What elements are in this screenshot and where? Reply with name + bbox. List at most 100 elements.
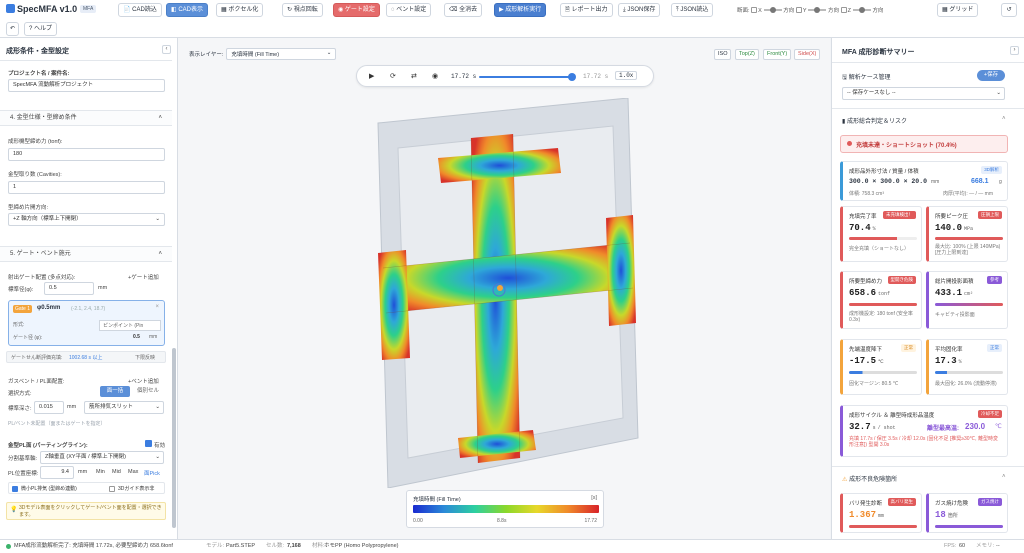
case-save-button[interactable]: +保存 <box>977 70 1005 81</box>
section-z-dir: 方向 <box>872 8 884 14</box>
legend-mid: 8.8s <box>497 518 507 524</box>
pl-min-button[interactable]: Min <box>96 469 105 475</box>
eye-icon[interactable]: ◉ <box>432 72 438 80</box>
legend-title: 充填時間 (Fill Time) <box>413 497 461 503</box>
chevron-up-icon: ˄ <box>158 115 162 121</box>
cad-import-button[interactable]: 📄 CAD読込 <box>118 3 162 17</box>
right-panel-title: MFA 成形診断サマリー <box>842 49 915 56</box>
run-button[interactable]: ▶ 成形解析実行 <box>494 3 547 17</box>
json-load-button[interactable]: ⤒ JSON読込 <box>671 3 714 17</box>
c3-value: 658.6 <box>849 288 877 298</box>
speed-select[interactable]: 1.0x <box>615 71 638 80</box>
split-dir-value: Z軸垂直 (XY平面 / 標準上下開閉) <box>45 454 126 460</box>
rotate-button[interactable]: ↻ 視点回転 <box>282 3 323 17</box>
gate-dia-unit: mm <box>149 334 158 340</box>
auto-pl-checkbox[interactable] <box>12 486 18 492</box>
gate-form-select[interactable]: ピンポイント (Pin <box>99 320 161 331</box>
chart-icon: ▮ <box>842 119 846 125</box>
section-x-slider[interactable] <box>763 7 782 13</box>
section-x-checkbox[interactable] <box>751 7 758 13</box>
guide-checkbox[interactable] <box>109 486 115 492</box>
c5-badge: 正常 <box>901 344 916 352</box>
clear-button[interactable]: ⌫ 全消去 <box>444 3 483 17</box>
view-iso-button[interactable]: ISO <box>714 49 732 60</box>
rotate-label: 視点回転 <box>293 7 318 13</box>
json-save-button[interactable]: ⤓ JSON保存 <box>618 3 661 17</box>
cavity-label: 金型取り数 (Cavities): <box>8 172 62 178</box>
mold-pl-checkbox[interactable] <box>145 440 152 447</box>
vent-add-button[interactable]: +ベント追加 <box>128 377 159 385</box>
play-icon[interactable]: ▶ <box>369 72 374 80</box>
r2-unit: 箇所 <box>947 513 958 519</box>
pl-mid-button[interactable]: Mid <box>112 469 121 475</box>
undo-icon[interactable]: ↶ <box>6 22 19 36</box>
sel-method-cell-button[interactable]: 個別セル <box>134 386 162 397</box>
c6-unit: % <box>958 359 962 365</box>
view-side-button[interactable]: Side(X) <box>794 49 821 60</box>
open-dir-select[interactable]: +Z 軸方向（標準上下開閉） ⌄ <box>8 213 165 226</box>
alert-icon <box>847 141 852 146</box>
section-y-dir: 方向 <box>828 8 840 14</box>
cad-view-label: CAD表示 <box>178 7 204 13</box>
voxel-label: ボクセル化 <box>228 7 259 13</box>
loop-icon[interactable]: ⇄ <box>411 72 417 80</box>
case-select[interactable]: -- 保存ケースなし -- ⌄ <box>842 87 1005 100</box>
pl-pick-button[interactable]: 面Pick <box>144 469 160 477</box>
gate-button[interactable]: ◉ ゲート設定 <box>333 3 380 17</box>
gate-dia-value[interactable]: 0.5 <box>133 334 140 340</box>
collapse-right-icon[interactable]: › <box>1010 46 1019 55</box>
depth-type-select[interactable]: 筋所排気スリット ⌄ <box>84 401 164 414</box>
vent-button[interactable]: ◌ ベント設定 <box>386 3 432 17</box>
chevron-down-icon: ⌄ <box>155 454 160 460</box>
clamp-input[interactable]: 180 <box>8 148 165 161</box>
c7-temp-unit: ℃ <box>995 424 1002 430</box>
cad-import-label: CAD読込 <box>132 7 157 13</box>
fps-value: 60 <box>959 543 966 549</box>
viewport[interactable]: 表示レイヤー: 充填時間 (Fill Time) ⌄ ISO Top(Z) Fron… <box>178 38 830 539</box>
collapse-left-icon[interactable]: ‹ <box>162 45 171 54</box>
help-button[interactable]: ? ヘルプ <box>24 22 58 36</box>
pl-pos-input[interactable]: 9.4 <box>40 466 74 479</box>
left-scrollbar[interactable] <box>172 348 176 528</box>
section-z-slider[interactable] <box>852 7 871 13</box>
section-4-header[interactable]: 4. 金型仕様・型締め条件 ˄ <box>0 110 172 126</box>
voxel-button[interactable]: ▦ ボクセル化 <box>216 3 264 17</box>
model-render[interactable] <box>368 98 648 488</box>
judge-header[interactable]: ▮ 成形総合判定＆リスク <box>842 116 907 125</box>
report-button[interactable]: 🗎 レポート出力 <box>560 3 613 17</box>
reset-icon[interactable]: ↺ <box>1001 3 1017 17</box>
chevron-down-icon: ⌄ <box>155 216 160 222</box>
timeline-thumb[interactable] <box>568 73 576 81</box>
close-icon[interactable]: × <box>155 304 159 310</box>
c5-bar <box>849 371 917 374</box>
section-y-slider[interactable] <box>808 7 827 13</box>
pl-max-button[interactable]: Max <box>128 469 138 475</box>
section-5-header[interactable]: 5. ゲート・ベント施元 ˄ <box>0 246 172 262</box>
left-panel-title: 成形条件・金型設定 <box>6 48 69 55</box>
depth-input[interactable]: 0.015 <box>34 401 64 414</box>
gate-1-card[interactable]: Gate 1 φ0.5mm (-2.1, 2.4, 18.7) × 形式: ピン… <box>8 300 165 346</box>
layer-select[interactable]: 充填時間 (Fill Time) ⌄ <box>226 48 337 60</box>
sel-method-label: 選択方式: <box>8 391 32 397</box>
cavity-input[interactable]: 1 <box>8 181 165 194</box>
cad-view-button[interactable]: ◧ CAD表示 <box>166 3 209 17</box>
view-top-button[interactable]: Top(Z) <box>735 49 759 60</box>
std-dia-input[interactable]: 0.5 <box>44 282 94 295</box>
sel-method-face-button[interactable]: 面一括 <box>100 386 130 397</box>
section-z-checkbox[interactable] <box>840 7 847 13</box>
c3-sub: 成形機設定: 180 tonf (安全率 0.3x) <box>849 311 913 323</box>
split-dir-select[interactable]: Z軸垂直 (XY平面 / 標準上下開閉) ⌄ <box>40 451 164 464</box>
risk-header[interactable]: ⚠ 成形不良危険箇所 <box>842 474 897 483</box>
timeline-track[interactable] <box>479 76 573 78</box>
project-input[interactable]: SpecMFA 流動解析プロジェクト <box>8 79 165 92</box>
replay-icon[interactable]: ⟳ <box>390 72 396 80</box>
model-name: Part5.STEP <box>226 543 256 549</box>
gate-add-button[interactable]: +ゲート追加 <box>128 273 159 281</box>
section-y-checkbox[interactable] <box>795 7 802 13</box>
grid-button[interactable]: ▦ グリッド <box>937 3 979 17</box>
material-name: ホモPP (Homo Polypropylene) <box>324 543 399 549</box>
chevron-up-icon: ˄ <box>158 251 162 257</box>
volume: 体積: 758.3 cm³ <box>849 191 885 197</box>
view-front-button[interactable]: Front(Y) <box>763 49 792 60</box>
status-message: MFA成形流動解析完了: 充填時間 17.72s, 必要型締め力 658.6to… <box>14 543 173 549</box>
